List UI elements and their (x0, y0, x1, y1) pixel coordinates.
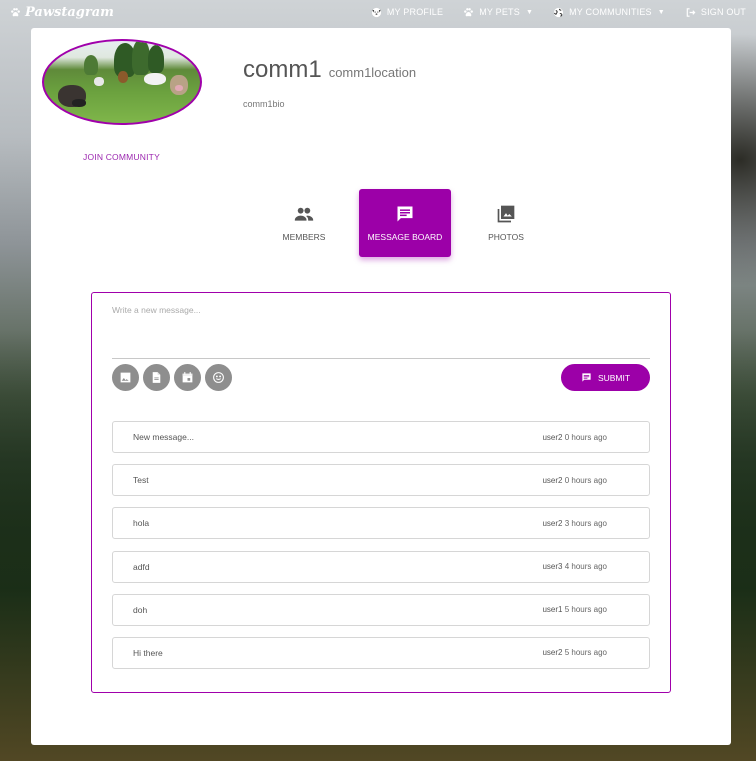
community-location: comm1location (328, 65, 417, 80)
message-time: 4 hours ago (564, 562, 607, 572)
submit-button[interactable]: SUBMIT (561, 364, 650, 391)
attach-file-button[interactable] (143, 364, 170, 391)
message-item[interactable]: adfd user3 4 hours ago (112, 550, 650, 583)
message-user: user2 (542, 475, 563, 485)
people-icon (294, 207, 314, 221)
tab-message-board-label: MESSAGE BOARD (367, 232, 443, 242)
message-text: New message... (133, 432, 194, 442)
message-item[interactable]: doh user1 5 hours ago (112, 593, 650, 626)
image-icon (120, 372, 131, 383)
sign-out-icon (686, 7, 696, 17)
message-user: user3 (542, 562, 563, 572)
nav-my-pets[interactable]: MY PETS ▼ (463, 7, 533, 18)
message-icon (582, 373, 591, 382)
insert-emoji-button[interactable] (205, 364, 232, 391)
message-time: 5 hours ago (564, 605, 607, 615)
nav-my-communities[interactable]: MY COMMUNITIES ▼ (553, 7, 665, 18)
nav-my-profile[interactable]: MY PROFILE (371, 7, 443, 18)
community-avatar (42, 39, 202, 125)
message-item[interactable]: Hi there user2 5 hours ago (112, 636, 650, 669)
file-icon (152, 372, 161, 383)
message-text: doh (133, 604, 148, 615)
join-community-button[interactable]: JOIN COMMUNITY (83, 152, 160, 162)
message-item[interactable]: New message... user2 0 hours ago (112, 421, 650, 453)
tab-members-label: MEMBERS (282, 232, 326, 242)
message-user: user2 (542, 432, 563, 442)
message-board-panel: SUBMIT New message... user2 0 hours ago … (91, 292, 671, 693)
new-message-input[interactable] (112, 301, 650, 359)
photos-icon (497, 205, 515, 223)
paw-icon (11, 7, 20, 16)
community-name: comm1 (243, 56, 322, 83)
message-text: Test (133, 475, 149, 486)
nav-my-communities-label: MY COMMUNITIES (569, 7, 652, 17)
dog-face-icon (371, 7, 381, 17)
message-text: Hi there (133, 647, 163, 658)
emoji-icon (213, 372, 224, 383)
community-card: comm1 comm1location comm1bio JOIN COMMUN… (31, 28, 731, 745)
navbar: Pawstagram MY PROFILE MY PETS ▼ MY COMMU… (0, 0, 756, 24)
tab-message-board[interactable]: MESSAGE BOARD (359, 189, 451, 257)
message-user: user1 (542, 605, 563, 615)
message-user: user2 (542, 518, 563, 528)
nav-sign-out[interactable]: SIGN OUT (685, 7, 746, 18)
chevron-down-icon: ▼ (525, 8, 534, 16)
tab-members[interactable]: MEMBERS (267, 189, 341, 257)
attach-image-button[interactable] (112, 364, 139, 391)
message-list: New message... user2 0 hours ago Test us… (112, 421, 650, 680)
message-item[interactable]: hola user2 3 hours ago (112, 507, 650, 540)
message-user: user2 (542, 648, 563, 658)
chevron-down-icon: ▼ (657, 8, 665, 16)
calendar-icon (182, 372, 193, 383)
message-time: 5 hours ago (564, 648, 607, 658)
brand-name: Pawstagram (25, 4, 114, 20)
message-time: 3 hours ago (564, 518, 607, 528)
attach-event-button[interactable] (174, 364, 201, 391)
message-text: hola (133, 518, 150, 529)
message-item[interactable]: Test user2 0 hours ago (112, 464, 650, 497)
nav-my-pets-label: MY PETS (479, 7, 520, 17)
paw-icon (464, 7, 474, 16)
message-time: 0 hours ago (564, 475, 607, 485)
message-text: adfd (133, 561, 150, 572)
tab-photos[interactable]: PHOTOS (469, 189, 543, 257)
compose-tools (112, 364, 232, 391)
community-tabs: MEMBERS MESSAGE BOARD PHOTOS (267, 189, 561, 257)
community-bio: comm1bio (243, 99, 285, 109)
submit-label: SUBMIT (597, 372, 631, 383)
brand[interactable]: Pawstagram (10, 5, 114, 20)
tab-photos-label: PHOTOS (488, 232, 524, 242)
globe-icon (554, 7, 564, 17)
nav-sign-out-label: SIGN OUT (700, 7, 746, 17)
message-time: 0 hours ago (564, 432, 607, 442)
message-icon (397, 206, 413, 222)
nav-my-profile-label: MY PROFILE (386, 7, 444, 17)
